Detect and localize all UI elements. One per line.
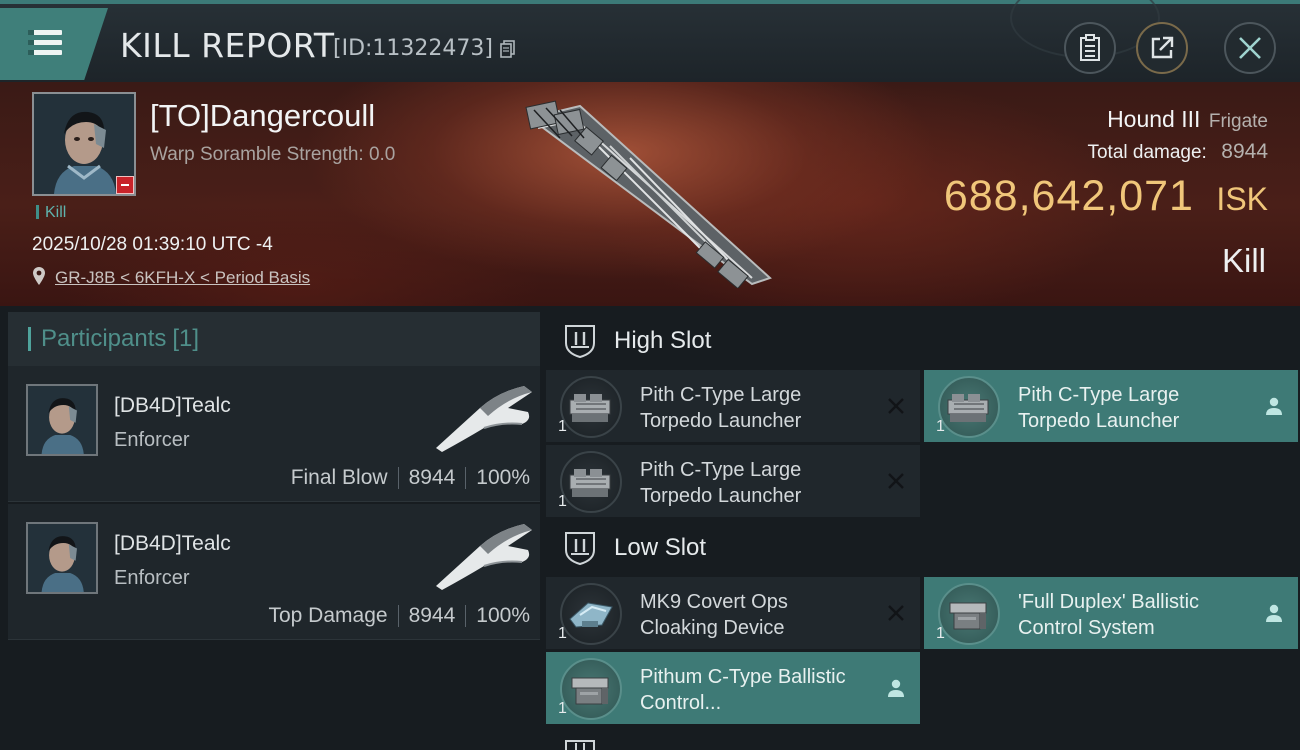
total-damage: Total damage: 8944 (1087, 140, 1268, 164)
low-slot-header: Low Slot (546, 517, 1300, 579)
high-slot-header: High Slot (546, 310, 1300, 372)
copy-icon[interactable] (500, 40, 515, 58)
victim-banner: [TO]Dangercoull Warp Soramble Strength: … (0, 82, 1300, 306)
ballistic-control-icon (938, 583, 1000, 645)
module-name: Pithum C-Type Ballistic Control... (640, 666, 846, 714)
module-item[interactable]: 1 'Full Duplex' Ballistic Control System (924, 577, 1298, 649)
minus-badge-icon (116, 176, 134, 194)
participant-role: Final Blow (290, 466, 388, 489)
participant-percent: 100% (476, 466, 530, 489)
module-name: Pith C-Type Large Torpedo Launcher (1018, 384, 1180, 432)
destroyed-x-icon (888, 605, 904, 621)
low-slot-icon (565, 532, 595, 566)
participant-damage: 8944 (408, 466, 456, 489)
close-button[interactable] (1224, 22, 1276, 74)
module-quantity: 1 (558, 700, 567, 717)
participant-stats: Top Damage 8944 100% (268, 604, 530, 628)
torpedo-launcher-icon (938, 376, 1000, 438)
page-title: KILL REPORT (120, 26, 335, 65)
dropped-person-icon (888, 679, 904, 697)
participant-card[interactable]: [DB4D]Tealc Enforcer Final Blow 8944 100… (8, 366, 540, 502)
clipboard-icon (1080, 34, 1100, 61)
module-quantity: 1 (558, 625, 567, 642)
participant-ship: Enforcer (114, 429, 190, 451)
clipboard-button[interactable] (1064, 22, 1116, 74)
participant-avatar[interactable] (26, 384, 98, 456)
torpedo-launcher-icon (560, 376, 622, 438)
participant-avatar[interactable] (26, 522, 98, 594)
header-accent (28, 327, 31, 351)
module-quantity: 1 (936, 418, 945, 435)
module-name: Pith C-Type Large Torpedo Launcher (640, 459, 802, 507)
enforcer-ship-icon (436, 524, 532, 590)
ship-name[interactable]: Hound III (1107, 106, 1200, 132)
participants-panel: Participants [1] [DB4D]Tealc Enforcer Fi… (8, 312, 540, 642)
cloaking-device-icon (560, 583, 622, 645)
participant-ship: Enforcer (114, 567, 190, 589)
torpedo-launcher-icon (560, 451, 622, 513)
total-damage-label: Total damage: (1087, 142, 1207, 163)
share-icon (1151, 36, 1174, 59)
dropped-person-icon (1266, 604, 1282, 622)
module-name: Pith C-Type Large Torpedo Launcher (640, 384, 802, 432)
kill-report-window: KILL REPORT [ID:11322473] [TO]Dangercoul… (0, 0, 1300, 750)
module-name: MK9 Covert Ops Cloaking Device (640, 591, 788, 639)
next-slot-header-partial (564, 738, 764, 750)
high-slot-icon (565, 325, 595, 359)
module-item[interactable]: 1 MK9 Covert Ops Cloaking Device (546, 577, 920, 649)
low-slot-title: Low Slot (614, 534, 707, 561)
fitting-panel: High Slot 1 Pith C-Type Large Torpedo La… (546, 310, 1300, 750)
module-quantity: 1 (558, 418, 567, 435)
menu-button[interactable] (0, 8, 108, 80)
ballistic-control-icon (560, 658, 622, 720)
module-item[interactable]: 1 Pith C-Type Large Torpedo Launcher (546, 370, 920, 442)
character-portrait-icon (28, 524, 96, 592)
participant-damage: 8944 (408, 604, 456, 627)
module-item[interactable]: 1 Pithum C-Type Ballistic Control... (546, 652, 920, 724)
participant-name: [DB4D]Tealc (114, 394, 231, 417)
high-slot-title: High Slot (614, 327, 712, 354)
location-pin-icon (33, 267, 45, 285)
character-portrait-icon (28, 386, 96, 454)
destroyed-x-icon (888, 398, 904, 414)
participants-title: Participants (41, 325, 167, 352)
isk-unit: ISK (1216, 181, 1268, 217)
participant-percent: 100% (476, 604, 530, 627)
destroyed-x-icon (888, 473, 904, 489)
result-label: Kill (1221, 242, 1266, 279)
kill-tag-label: Kill (45, 204, 67, 221)
location-link[interactable]: GR-J8B < 6KFH-X < Period Basis (55, 268, 310, 288)
module-name: 'Full Duplex' Ballistic Control System (1018, 591, 1200, 639)
ship-class: Frigate (1208, 111, 1268, 132)
module-item[interactable]: 1 Pith C-Type Large Torpedo Launcher (546, 445, 920, 517)
participant-role: Top Damage (268, 604, 388, 627)
participant-stats: Final Blow 8944 100% (291, 466, 530, 490)
module-quantity: 1 (558, 493, 567, 510)
module-item[interactable]: 1 Pith C-Type Large Torpedo Launcher (924, 370, 1298, 442)
participant-card[interactable]: [DB4D]Tealc Enforcer Top Damage 8944 100… (8, 504, 540, 640)
victim-ship-image (525, 100, 772, 288)
participants-header: Participants [1] (8, 312, 540, 366)
top-bar: KILL REPORT [ID:11322473] (0, 0, 1300, 82)
victim-name[interactable]: [TO]Dangercoull (150, 98, 375, 134)
isk-value-line: 688,642,071 ISK (944, 172, 1268, 221)
kill-timestamp: 2025/10/28 01:39:10 UTC -4 (32, 234, 273, 255)
victim-ship: Hound III Frigate (1107, 106, 1268, 133)
dropped-person-icon (1266, 397, 1282, 415)
close-icon (1239, 37, 1261, 59)
share-button[interactable] (1136, 22, 1188, 74)
enforcer-ship-icon (436, 386, 532, 452)
participants-count: [1] (172, 325, 200, 352)
participant-name: [DB4D]Tealc (114, 532, 231, 555)
isk-value: 688,642,071 (943, 172, 1194, 220)
module-quantity: 1 (936, 625, 945, 642)
total-damage-value: 8944 (1221, 140, 1268, 163)
warp-scramble-strength: Warp Soramble Strength: 0.0 (150, 144, 396, 165)
kill-id: [ID:11322473] (333, 36, 493, 61)
kill-tag: Kill (36, 204, 66, 222)
